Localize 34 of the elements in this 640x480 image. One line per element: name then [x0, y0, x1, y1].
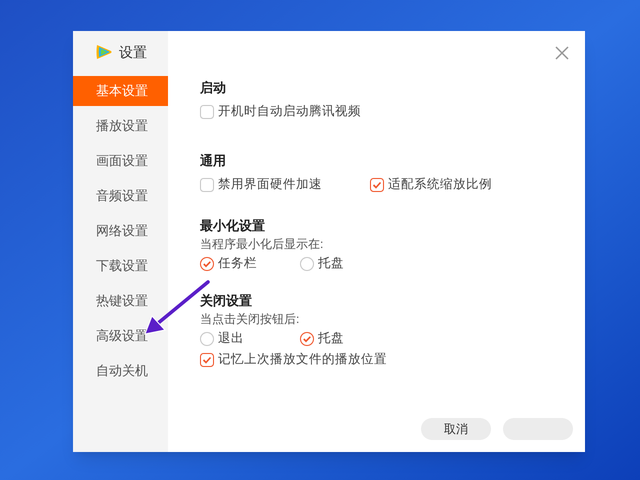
option-label: 任务栏: [218, 255, 257, 272]
close-icon: [555, 46, 569, 60]
section-title: 最小化设置: [200, 217, 266, 235]
option-label: 记忆上次播放文件的播放位置: [218, 351, 387, 368]
section-title: 关闭设置: [200, 292, 253, 310]
radio-button[interactable]: [200, 332, 214, 346]
checkbox[interactable]: [370, 178, 384, 192]
dialog-title: 设置: [119, 42, 147, 62]
close-button[interactable]: [555, 45, 571, 61]
sidebar-item[interactable]: 热键设置: [73, 286, 168, 316]
sidebar-item[interactable]: 音频设置: [73, 181, 168, 211]
sidebar-item[interactable]: 下载设置: [73, 251, 168, 281]
option-label: 开机时自动启动腾讯视频: [218, 103, 361, 120]
section-title: 启动: [200, 79, 227, 97]
checkbox[interactable]: [200, 104, 214, 118]
radio-button[interactable]: [300, 256, 314, 270]
sidebar-item[interactable]: 自动关机: [73, 356, 168, 386]
sidebar-item[interactable]: 网络设置: [73, 216, 168, 246]
section-description: 当点击关闭按钮后:: [200, 311, 300, 328]
sidebar-item[interactable]: 画面设置: [73, 146, 168, 176]
option-label: 托盘: [318, 255, 344, 272]
checkbox[interactable]: [200, 352, 214, 366]
section-title: 通用: [200, 152, 227, 170]
option-label: 退出: [218, 330, 244, 348]
section-description: 当程序最小化后显示在:: [200, 236, 324, 253]
option-label: 托盘: [318, 330, 344, 348]
option-label: 禁用界面硬件加速: [218, 176, 322, 194]
radio-button[interactable]: [200, 256, 214, 270]
radio-button[interactable]: [300, 332, 314, 346]
play-logo-icon: [95, 44, 113, 60]
checkbox[interactable]: [200, 178, 214, 192]
cancel-button[interactable]: 取消: [421, 418, 491, 440]
option-label: 适配系统缩放比例: [388, 176, 492, 194]
sidebar-item[interactable]: 播放设置: [73, 111, 168, 141]
